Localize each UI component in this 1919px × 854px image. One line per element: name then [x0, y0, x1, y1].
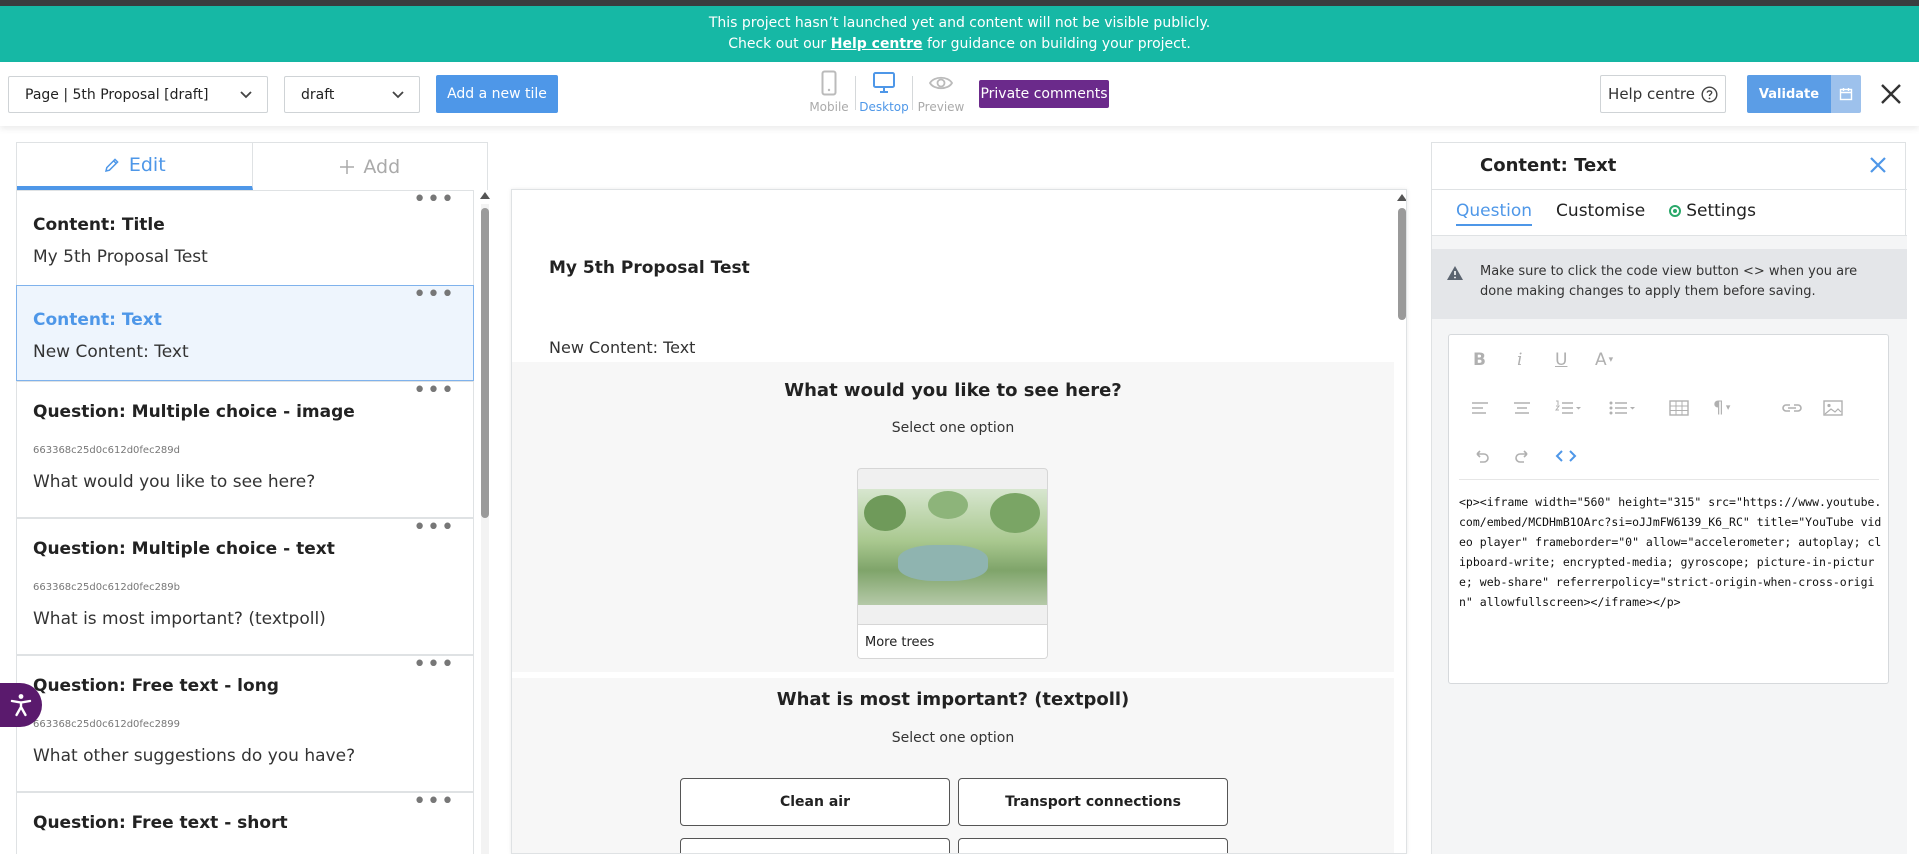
align-center-icon[interactable]	[1513, 396, 1531, 420]
scroll-up-icon[interactable]	[1397, 194, 1406, 201]
panel-body: Make sure to click the code view button …	[1432, 236, 1907, 854]
image-icon[interactable]	[1823, 396, 1843, 420]
tab-add[interactable]: Add	[253, 143, 488, 190]
more-options-icon[interactable]: •••	[413, 284, 455, 306]
device-mobile[interactable]: Mobile	[803, 70, 855, 114]
schedule-button[interactable]	[1831, 75, 1861, 113]
warning-icon	[1447, 266, 1463, 280]
more-options-icon[interactable]: •••	[413, 791, 455, 813]
tab-edit[interactable]: Edit	[17, 143, 253, 190]
chevron-down-icon	[240, 91, 252, 99]
tile-content-text[interactable]: ••• Content: Text New Content: Text	[16, 284, 474, 381]
code-view-notice: Make sure to click the code view button …	[1432, 249, 1907, 319]
ordered-list-icon[interactable]	[1555, 396, 1583, 420]
status-select[interactable]: draft	[284, 76, 420, 113]
preview-scrollbar[interactable]	[1395, 190, 1406, 853]
image-option-label: More trees	[858, 624, 1047, 658]
launch-banner: This project hasn’t launched yet and con…	[0, 6, 1919, 62]
mobile-icon	[821, 70, 837, 96]
bold-icon[interactable]: B	[1473, 348, 1486, 372]
plus-icon	[340, 159, 355, 174]
banner-line-1: This project hasn’t launched yet and con…	[708, 15, 1211, 31]
tile-question-mc-image[interactable]: ••• Question: Multiple choice - image 66…	[16, 380, 474, 518]
more-options-icon[interactable]: •••	[413, 517, 455, 539]
align-left-icon[interactable]	[1471, 396, 1489, 420]
scroll-thumb[interactable]	[481, 208, 489, 518]
desktop-icon	[873, 72, 895, 93]
paragraph-format-icon[interactable]: ¶ ▾	[1713, 396, 1730, 420]
close-icon[interactable]	[1868, 155, 1888, 175]
toolbar: Page | 5th Proposal [draft] draft Add a …	[0, 62, 1919, 126]
add-new-tile-button[interactable]: Add a new tile	[436, 75, 558, 113]
preview-text: New Content: Text	[549, 338, 696, 357]
italic-icon[interactable]: i	[1517, 348, 1522, 372]
tile-list-scrollbar[interactable]	[478, 190, 490, 854]
status-dot-icon	[1669, 205, 1682, 217]
editor-toolbar-row: ¶ ▾	[1449, 396, 1890, 420]
banner-line-2: Check out our Help centre for guidance o…	[728, 36, 1191, 52]
chevron-down-icon	[392, 91, 404, 99]
code-view-icon[interactable]	[1555, 444, 1577, 468]
tab-question[interactable]: Question	[1456, 201, 1533, 226]
bullet-list-icon[interactable]	[1609, 396, 1637, 420]
option-button[interactable]: Transport connections	[958, 778, 1228, 826]
option-button[interactable]	[680, 838, 950, 853]
option-button[interactable]	[958, 838, 1228, 853]
page-preview: My 5th Proposal Test New Content: Text W…	[511, 189, 1407, 854]
rich-text-editor: B i U A ▾ ¶ ▾ <p><iframe width="560" hei…	[1448, 334, 1889, 684]
scroll-up-icon[interactable]	[480, 192, 490, 199]
device-preview[interactable]: Preview	[915, 70, 967, 114]
tab-customise[interactable]: Customise	[1556, 201, 1645, 226]
properties-panel: Content: Text Question Customise Setting…	[1431, 142, 1907, 854]
left-panel: Edit Add ••• Content: Title My 5th Propo…	[16, 142, 490, 854]
help-centre-button[interactable]: Help centre	[1600, 75, 1726, 113]
device-desktop[interactable]: Desktop	[858, 70, 910, 114]
validate-button[interactable]: Validate	[1747, 75, 1831, 113]
tile-question-free-short[interactable]: ••• Question: Free text - short	[16, 791, 474, 854]
more-options-icon[interactable]: •••	[413, 654, 455, 676]
tile-list: ••• Content: Title My 5th Proposal Test …	[16, 190, 474, 854]
question-circle-icon	[1701, 85, 1718, 103]
help-centre-link[interactable]: Help centre	[831, 36, 923, 52]
accessibility-button[interactable]	[0, 683, 42, 727]
accessibility-icon	[10, 694, 32, 717]
tile-question-free-long[interactable]: ••• Question: Free text - long 663368c25…	[16, 654, 474, 792]
calendar-icon	[1839, 88, 1853, 101]
close-icon[interactable]	[1879, 82, 1903, 106]
editor-toolbar-row: B i U A ▾	[1449, 348, 1890, 372]
tile-question-mc-text[interactable]: ••• Question: Multiple choice - text 663…	[16, 517, 474, 655]
device-divider	[912, 76, 913, 110]
option-image	[858, 489, 1047, 605]
panel-tabs: Question Customise Settings	[1456, 201, 1756, 226]
undo-icon[interactable]	[1471, 444, 1491, 468]
more-options-icon[interactable]: •••	[413, 380, 455, 402]
font-color-icon[interactable]: A ▾	[1595, 348, 1613, 372]
underline-icon[interactable]: U	[1555, 348, 1567, 372]
redo-icon[interactable]	[1513, 444, 1533, 468]
table-icon[interactable]	[1669, 396, 1689, 420]
tab-settings[interactable]: Settings	[1669, 201, 1756, 226]
tile-content-title[interactable]: ••• Content: Title My 5th Proposal Test	[16, 190, 474, 286]
html-code-textarea[interactable]: <p><iframe width="560" height="315" src=…	[1459, 492, 1884, 612]
device-divider	[855, 76, 856, 110]
scroll-thumb[interactable]	[1398, 208, 1406, 320]
image-option-card[interactable]: More trees	[857, 468, 1048, 659]
pencil-icon	[104, 157, 119, 172]
panel-title: Content: Text	[1480, 155, 1617, 176]
left-panel-tabs: Edit Add	[16, 142, 488, 190]
private-comments-button[interactable]: Private comments	[979, 80, 1109, 108]
link-icon[interactable]	[1781, 396, 1803, 420]
preview-title: My 5th Proposal Test	[549, 258, 750, 278]
option-button[interactable]: Clean air	[680, 778, 950, 826]
page-select[interactable]: Page | 5th Proposal [draft]	[8, 76, 268, 113]
eye-icon	[928, 76, 954, 90]
more-options-icon[interactable]: •••	[413, 190, 455, 211]
editor-toolbar-row	[1449, 444, 1890, 468]
preview-question-image: What would you like to see here? Select …	[512, 362, 1394, 672]
preview-question-text: What is most important? (textpoll) Selec…	[512, 678, 1394, 853]
